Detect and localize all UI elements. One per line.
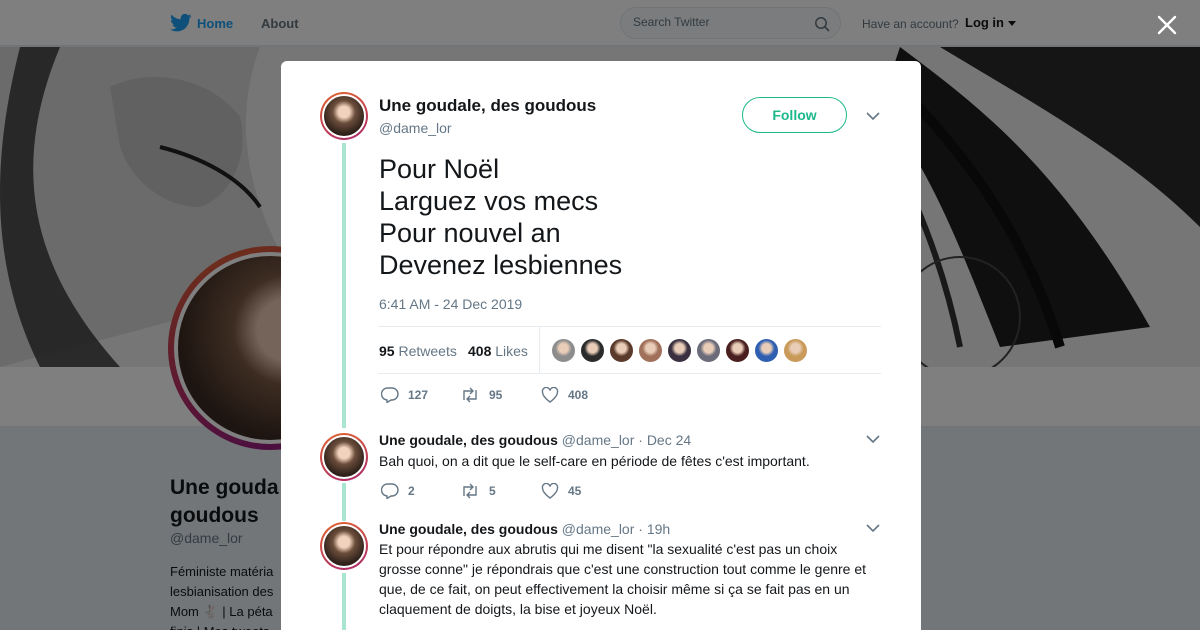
reply-text-line: claquement de doigts, la bise et joyeux … (379, 601, 657, 617)
author-name[interactable]: Une goudale, des goudous (379, 96, 596, 116)
reply-author-name[interactable]: Une goudale, des goudous (379, 432, 558, 448)
reply-author-name[interactable]: Une goudale, des goudous (379, 521, 558, 537)
reply-text: Bah quoi, on a dit que le self-care en p… (379, 451, 881, 471)
reply-action[interactable]: 127 (381, 387, 428, 403)
retweets-stat[interactable]: 95 Retweets (379, 343, 457, 359)
reply-author-handle[interactable]: @dame_lor (562, 521, 635, 537)
reply-count: 2 (408, 484, 415, 498)
reply-header: Une goudale, des goudous @dame_lor · Dec… (379, 432, 691, 448)
reply-author-avatar[interactable] (320, 522, 368, 570)
chevron-down-icon[interactable] (866, 435, 880, 444)
liker-avatar[interactable] (609, 338, 634, 363)
reply-text-line: que, de ce fait, on peut effectivement l… (379, 581, 850, 597)
reply-text-line: grosse conne" je répondrais que c'est un… (379, 561, 867, 577)
heart-icon (541, 483, 559, 499)
likes-label: Likes (495, 343, 528, 359)
liker-avatar[interactable] (696, 338, 721, 363)
liker-avatar[interactable] (638, 338, 663, 363)
retweet-count: 5 (489, 484, 496, 498)
tweet-text-line: Pour Noël (379, 154, 500, 184)
retweet-count: 95 (489, 388, 503, 402)
chevron-down-icon[interactable] (866, 112, 880, 121)
retweet-action[interactable]: 95 (460, 387, 502, 403)
liker-avatar[interactable] (667, 338, 692, 363)
stats-divider (539, 327, 540, 374)
author-handle[interactable]: @dame_lor (379, 120, 452, 136)
reply-text: Et pour répondre aux abrutis qui me dise… (379, 539, 881, 619)
reply-text-line: Et pour répondre aux abrutis qui me dise… (379, 541, 838, 557)
author-avatar[interactable] (320, 92, 368, 140)
thread-line (342, 573, 346, 630)
like-action[interactable]: 408 (541, 387, 588, 403)
tweet-timestamp[interactable]: 6:41 AM - 24 Dec 2019 (379, 296, 522, 312)
likes-count: 408 (468, 343, 492, 359)
reply-header: Une goudale, des goudous @dame_lor · 19h (379, 521, 670, 537)
reply-icon (381, 387, 399, 403)
reply-text-line: Bah quoi, on a dit que le self-care en p… (379, 453, 810, 469)
retweet-icon (463, 387, 477, 403)
liker-avatar[interactable] (580, 338, 605, 363)
close-icon[interactable] (1155, 13, 1179, 37)
heart-icon (541, 387, 559, 403)
liker-avatar[interactable] (725, 338, 750, 363)
retweets-count: 95 (379, 343, 395, 359)
tweet-text-line: Devenez lesbiennes (379, 250, 623, 280)
retweet-action[interactable]: 5 (460, 483, 496, 499)
reply-author-handle[interactable]: @dame_lor (562, 432, 635, 448)
tweet-text: Pour Noël Larguez vos mecs Pour nouvel a… (379, 153, 622, 281)
reply-action[interactable]: 2 (381, 483, 415, 499)
reply-time[interactable]: · Dec 24 (638, 432, 691, 448)
like-action[interactable]: 45 (541, 483, 581, 499)
likes-stat[interactable]: 408 Likes (468, 343, 528, 359)
like-count: 408 (568, 388, 589, 402)
chevron-down-icon[interactable] (866, 524, 880, 533)
like-count: 45 (568, 484, 582, 498)
reply-author-avatar[interactable] (320, 433, 368, 481)
retweets-label: Retweets (398, 343, 457, 359)
thread-line (342, 143, 346, 428)
liker-avatar[interactable] (783, 338, 808, 363)
tweet-text-line: Pour nouvel an (379, 218, 561, 248)
tweet-modal: Une goudale, des goudous @dame_lor Follo… (281, 61, 921, 630)
reply-time[interactable]: · 19h (638, 521, 670, 537)
thread-line (342, 483, 346, 521)
liker-avatar[interactable] (551, 338, 576, 363)
reply-icon (381, 483, 399, 499)
retweet-icon (463, 483, 477, 499)
tweet-text-line: Larguez vos mecs (379, 186, 599, 216)
liker-avatar[interactable] (754, 338, 779, 363)
tweet-stats: 95 Retweets 408 Likes (378, 326, 881, 374)
follow-button[interactable]: Follow (742, 97, 847, 133)
reply-count: 127 (408, 388, 429, 402)
